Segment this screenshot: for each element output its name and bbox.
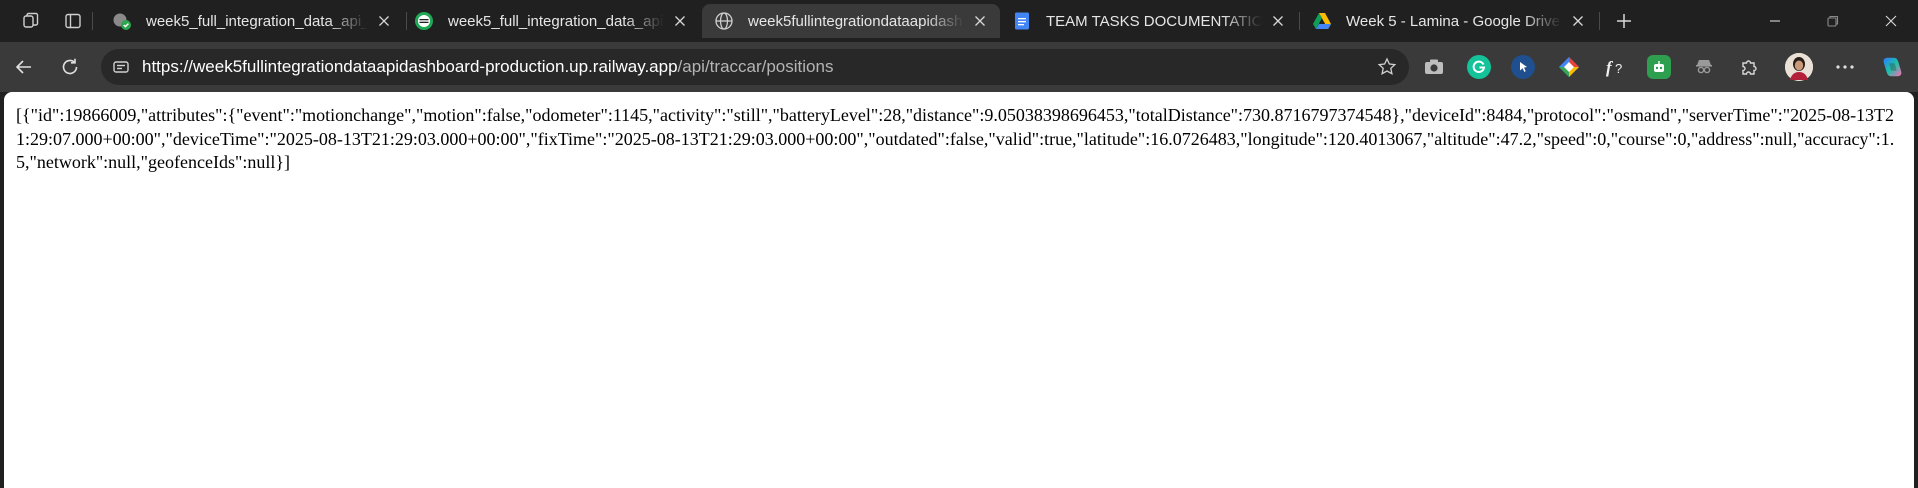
close-window-icon[interactable] — [1868, 6, 1914, 36]
tab-separator — [92, 12, 93, 30]
url-host: https://week5fullintegrationdataapidashb… — [142, 57, 678, 76]
refresh-icon[interactable] — [56, 53, 84, 81]
tab-title: week5fullintegrationdataapidashboard-pro… — [748, 12, 964, 30]
function-helper-icon[interactable]: f? — [1603, 55, 1627, 79]
profile-avatar-icon[interactable] — [1785, 53, 1813, 81]
navigation-toolbar: https://week5fullintegrationdataapidashb… — [0, 42, 1918, 92]
globe-icon — [714, 11, 734, 31]
close-tab-icon[interactable] — [1268, 11, 1288, 31]
tab-api-positions[interactable]: week5fullintegrationdataapidashboard-pro… — [702, 4, 1000, 38]
cursor-extension-icon[interactable] — [1511, 55, 1535, 79]
extensions-puzzle-icon[interactable] — [1737, 55, 1761, 79]
more-options-icon[interactable] — [1833, 55, 1857, 79]
grammarly-icon[interactable] — [1467, 55, 1491, 79]
url-path: /api/traccar/positions — [677, 57, 834, 76]
color-picker-icon[interactable] — [1557, 55, 1581, 79]
svg-text:f: f — [1606, 58, 1614, 77]
github-check-icon — [112, 11, 132, 31]
google-drive-icon — [1312, 11, 1332, 31]
tab-google-docs[interactable]: TEAM TASKS DOCUMENTATION - Google Docs — [1000, 4, 1298, 38]
tab-separator — [1599, 12, 1600, 30]
new-tab-icon[interactable] — [1610, 7, 1638, 35]
spy-agent-icon[interactable] — [1692, 55, 1716, 79]
tab-google-drive[interactable]: Week 5 - Lamina - Google Drive — [1300, 4, 1598, 38]
close-tab-icon[interactable] — [970, 11, 990, 31]
favorite-star-icon[interactable] — [1377, 57, 1397, 77]
workspaces-icon[interactable] — [19, 9, 43, 33]
svg-text:?: ? — [1615, 61, 1622, 76]
railway-icon — [414, 11, 434, 31]
restore-icon[interactable] — [1810, 6, 1856, 36]
tab-title: week5_full_integration_data_api_dashboar… — [448, 12, 664, 30]
tab-github-actions[interactable]: week5_full_integration_data_api_dashboar… — [100, 4, 404, 38]
tab-railway[interactable]: week5_full_integration_data_api_dashboar… — [402, 4, 700, 38]
screenshot-camera-icon[interactable] — [1422, 55, 1446, 79]
close-tab-icon[interactable] — [1568, 11, 1588, 31]
site-info-icon[interactable] — [111, 57, 131, 77]
google-docs-icon — [1012, 11, 1032, 31]
close-tab-icon[interactable] — [374, 11, 394, 31]
minimize-icon[interactable] — [1752, 6, 1798, 36]
copilot-icon[interactable] — [1880, 55, 1904, 79]
close-tab-icon[interactable] — [670, 11, 690, 31]
back-arrow-icon[interactable] — [10, 53, 38, 81]
page-viewport: [{"id":19866009,"attributes":{"event":"m… — [4, 92, 1914, 488]
address-bar[interactable]: https://week5fullintegrationdataapidashb… — [101, 49, 1409, 85]
tab-actions-icon[interactable] — [61, 9, 85, 33]
tab-strip: week5_full_integration_data_api_dashboar… — [0, 0, 1918, 42]
robot-extension-icon[interactable] — [1647, 55, 1671, 79]
url-text[interactable]: https://week5fullintegrationdataapidashb… — [142, 49, 833, 85]
tab-title: TEAM TASKS DOCUMENTATION - Google Docs — [1046, 12, 1262, 30]
tab-title: week5_full_integration_data_api_dashboar… — [146, 12, 368, 30]
tab-title: Week 5 - Lamina - Google Drive — [1346, 12, 1560, 30]
json-response-text: [{"id":19866009,"attributes":{"event":"m… — [16, 105, 1895, 172]
